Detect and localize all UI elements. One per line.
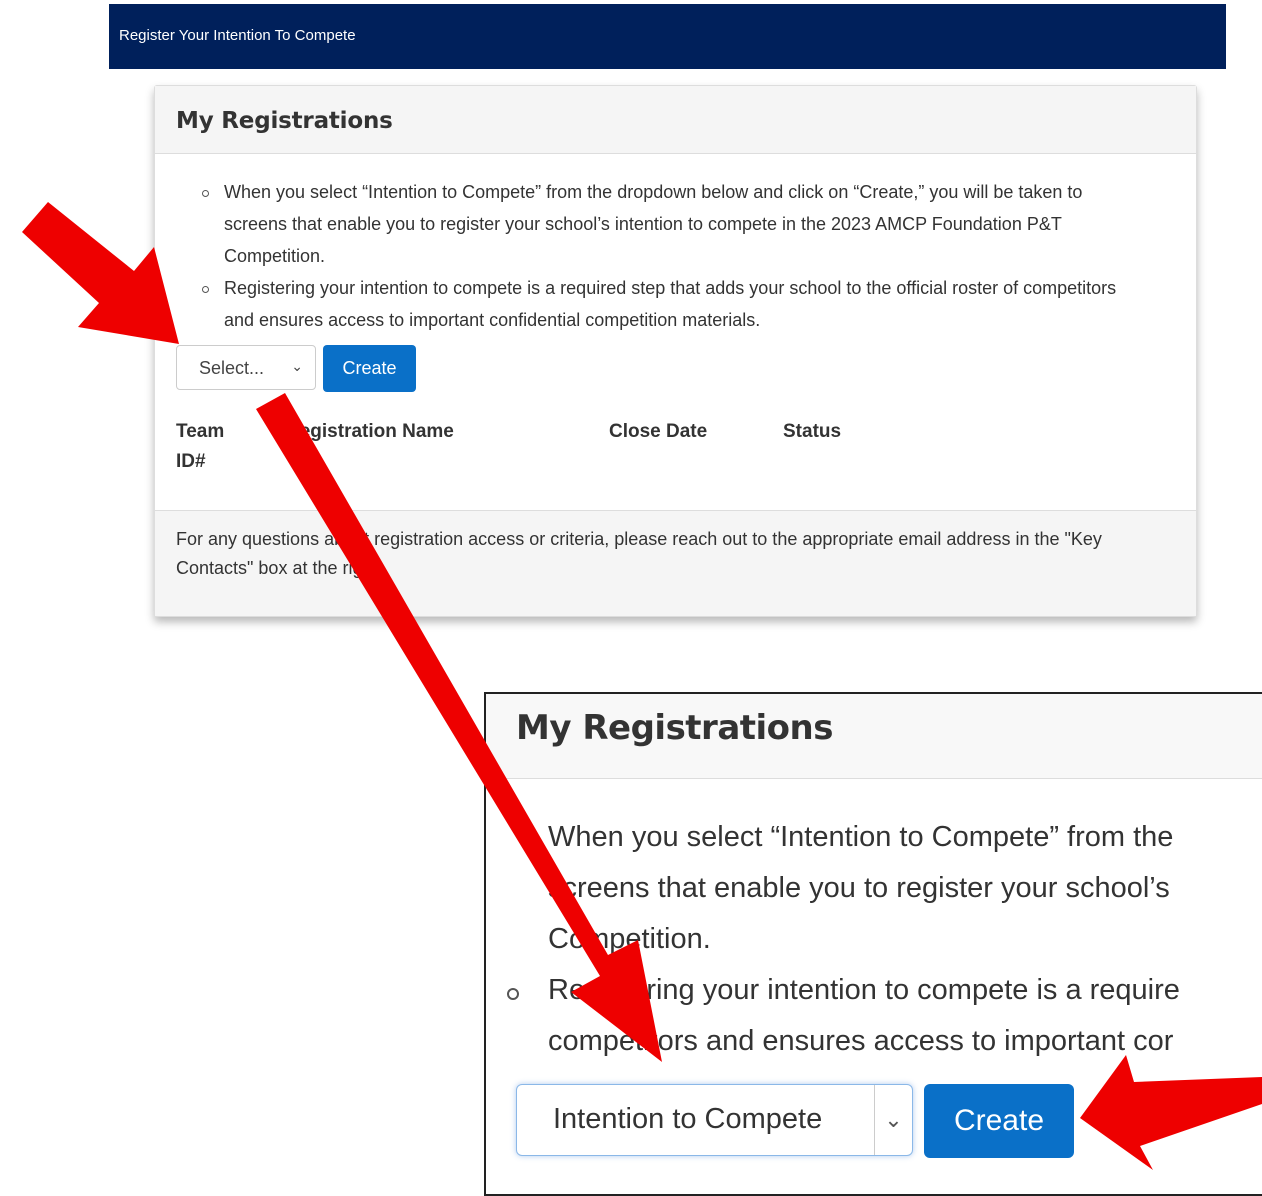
red-arrow-icon [1080, 1055, 1262, 1170]
red-arrow-icon [256, 393, 662, 1062]
annotation-arrows [22, 202, 1262, 1170]
red-arrow-icon [22, 202, 179, 344]
